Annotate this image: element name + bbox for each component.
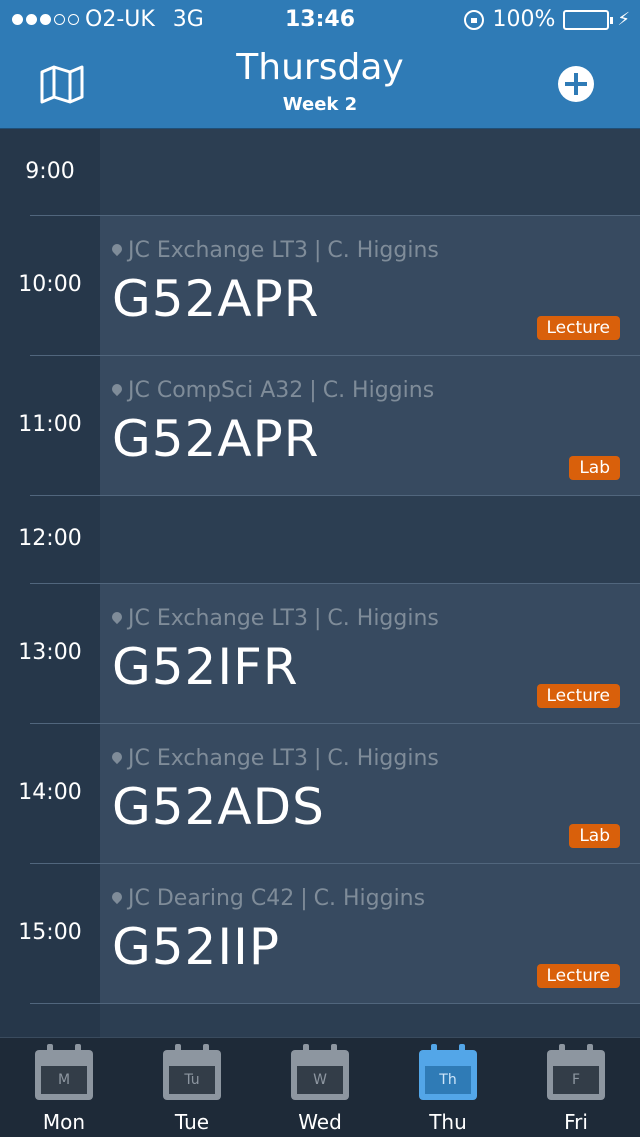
- time-slot: 12:00: [0, 496, 640, 584]
- slot-time: 14:00: [18, 780, 82, 805]
- class-location: JC CompSci A32: [128, 378, 304, 403]
- calendar-day-abbr: M: [41, 1066, 87, 1094]
- class-slot[interactable]: JC Exchange LT3 | C. Higgins G52ADS Lab …: [0, 724, 640, 864]
- location-pin-icon: [112, 752, 122, 766]
- location-pin-icon: [112, 384, 122, 398]
- calendar-day-abbr: Tu: [169, 1066, 215, 1094]
- slot-time: 13:00: [18, 640, 82, 665]
- class-details: JC Exchange LT3 | C. Higgins: [112, 746, 439, 771]
- class-slot[interactable]: JC CompSci A32 | C. Higgins G52APR Lab 1…: [0, 356, 640, 496]
- battery-percent: 100%: [492, 7, 556, 32]
- class-type-badge: Lecture: [536, 964, 620, 988]
- tab-thursday[interactable]: Th Thu: [384, 1038, 512, 1137]
- class-card[interactable]: JC Exchange LT3 | C. Higgins G52IFR Lect…: [100, 584, 640, 724]
- details-separator: |: [314, 746, 322, 771]
- class-lecturer: C. Higgins: [327, 746, 439, 771]
- calendar-icon: Tu: [163, 1044, 221, 1100]
- class-card[interactable]: JC Exchange LT3 | C. Higgins G52ADS Lab: [100, 724, 640, 864]
- tab-wednesday[interactable]: W Wed: [256, 1038, 384, 1137]
- calendar-day-abbr: F: [553, 1066, 599, 1094]
- timetable[interactable]: 9:00 JC Exchange LT3 | C. Higgins G52APR…: [0, 129, 640, 1037]
- class-lecturer: C. Higgins: [327, 606, 439, 631]
- calendar-icon: F: [547, 1044, 605, 1100]
- rotation-lock-icon: [464, 9, 485, 30]
- slot-time: 9:00: [25, 159, 75, 184]
- class-card[interactable]: JC Exchange LT3 | C. Higgins G52APR Lect…: [100, 216, 640, 356]
- module-code: G52APR: [112, 270, 320, 328]
- tab-monday[interactable]: M Mon: [0, 1038, 128, 1137]
- module-code: G52IFR: [112, 638, 299, 696]
- class-details: JC Exchange LT3 | C. Higgins: [112, 238, 439, 263]
- module-code: G52APR: [112, 410, 320, 468]
- class-location: JC Exchange LT3: [128, 606, 308, 631]
- slot-time: 10:00: [18, 272, 82, 297]
- add-icon[interactable]: [558, 66, 594, 102]
- location-pin-icon: [112, 892, 122, 906]
- class-lecturer: C. Higgins: [313, 886, 426, 911]
- slot-time: 15:00: [18, 920, 82, 945]
- class-card[interactable]: JC CompSci A32 | C. Higgins G52APR Lab: [100, 356, 640, 496]
- tab-label: Wed: [298, 1110, 342, 1134]
- calendar-day-abbr: Th: [425, 1066, 471, 1094]
- class-slot[interactable]: JC Exchange LT3 | C. Higgins G52APR Lect…: [0, 216, 640, 356]
- day-tab-bar: M Mon Tu Tue W Wed Th Thu F Fri: [0, 1037, 640, 1137]
- location-pin-icon: [112, 612, 122, 626]
- location-pin-icon: [112, 244, 122, 258]
- class-slot[interactable]: JC Exchange LT3 | C. Higgins G52IFR Lect…: [0, 584, 640, 724]
- calendar-icon: W: [291, 1044, 349, 1100]
- tab-label: Mon: [42, 1110, 86, 1134]
- details-separator: |: [314, 606, 322, 631]
- class-type-badge: Lecture: [536, 316, 620, 340]
- class-lecturer: C. Higgins: [327, 238, 439, 263]
- calendar-icon: Th: [419, 1044, 477, 1100]
- tab-label: Tue: [174, 1110, 210, 1134]
- nav-header: O2-UK 3G 13:46 100% ⚡ Thursday Week 2: [0, 0, 640, 129]
- status-right: 100% ⚡: [464, 7, 630, 32]
- calendar-day-abbr: W: [297, 1066, 343, 1094]
- class-type-badge: Lecture: [536, 684, 620, 708]
- charging-icon: ⚡: [617, 9, 630, 30]
- class-location: JC Dearing C42: [128, 886, 295, 911]
- calendar-icon: M: [35, 1044, 93, 1100]
- details-separator: |: [314, 238, 322, 263]
- time-slot: 9:00: [0, 129, 640, 216]
- slot-time: 11:00: [18, 412, 82, 437]
- class-type-badge: Lab: [569, 824, 620, 848]
- slot-time: 12:00: [18, 526, 82, 551]
- tab-label: Fri: [564, 1110, 588, 1134]
- class-slot[interactable]: JC Dearing C42 | C. Higgins G52IIP Lectu…: [0, 864, 640, 1004]
- class-type-badge: Lab: [569, 456, 620, 480]
- class-location: JC Exchange LT3: [128, 746, 308, 771]
- class-location: JC Exchange LT3: [128, 238, 308, 263]
- tab-friday[interactable]: F Fri: [512, 1038, 640, 1137]
- class-lecturer: C. Higgins: [322, 378, 435, 403]
- class-card[interactable]: JC Dearing C42 | C. Higgins G52IIP Lectu…: [100, 864, 640, 1004]
- status-bar: O2-UK 3G 13:46 100% ⚡: [0, 0, 640, 40]
- class-details: JC Dearing C42 | C. Higgins: [112, 886, 425, 911]
- module-code: G52ADS: [112, 778, 325, 836]
- details-separator: |: [300, 886, 308, 911]
- class-details: JC Exchange LT3 | C. Higgins: [112, 606, 439, 631]
- battery-icon: [563, 9, 614, 30]
- page-title: Thursday: [236, 47, 404, 88]
- details-separator: |: [309, 378, 317, 403]
- class-details: JC CompSci A32 | C. Higgins: [112, 378, 434, 403]
- module-code: G52IIP: [112, 918, 281, 976]
- tab-tuesday[interactable]: Tu Tue: [128, 1038, 256, 1137]
- page-subtitle: Week 2: [282, 94, 358, 115]
- tab-label: Thu: [429, 1110, 467, 1134]
